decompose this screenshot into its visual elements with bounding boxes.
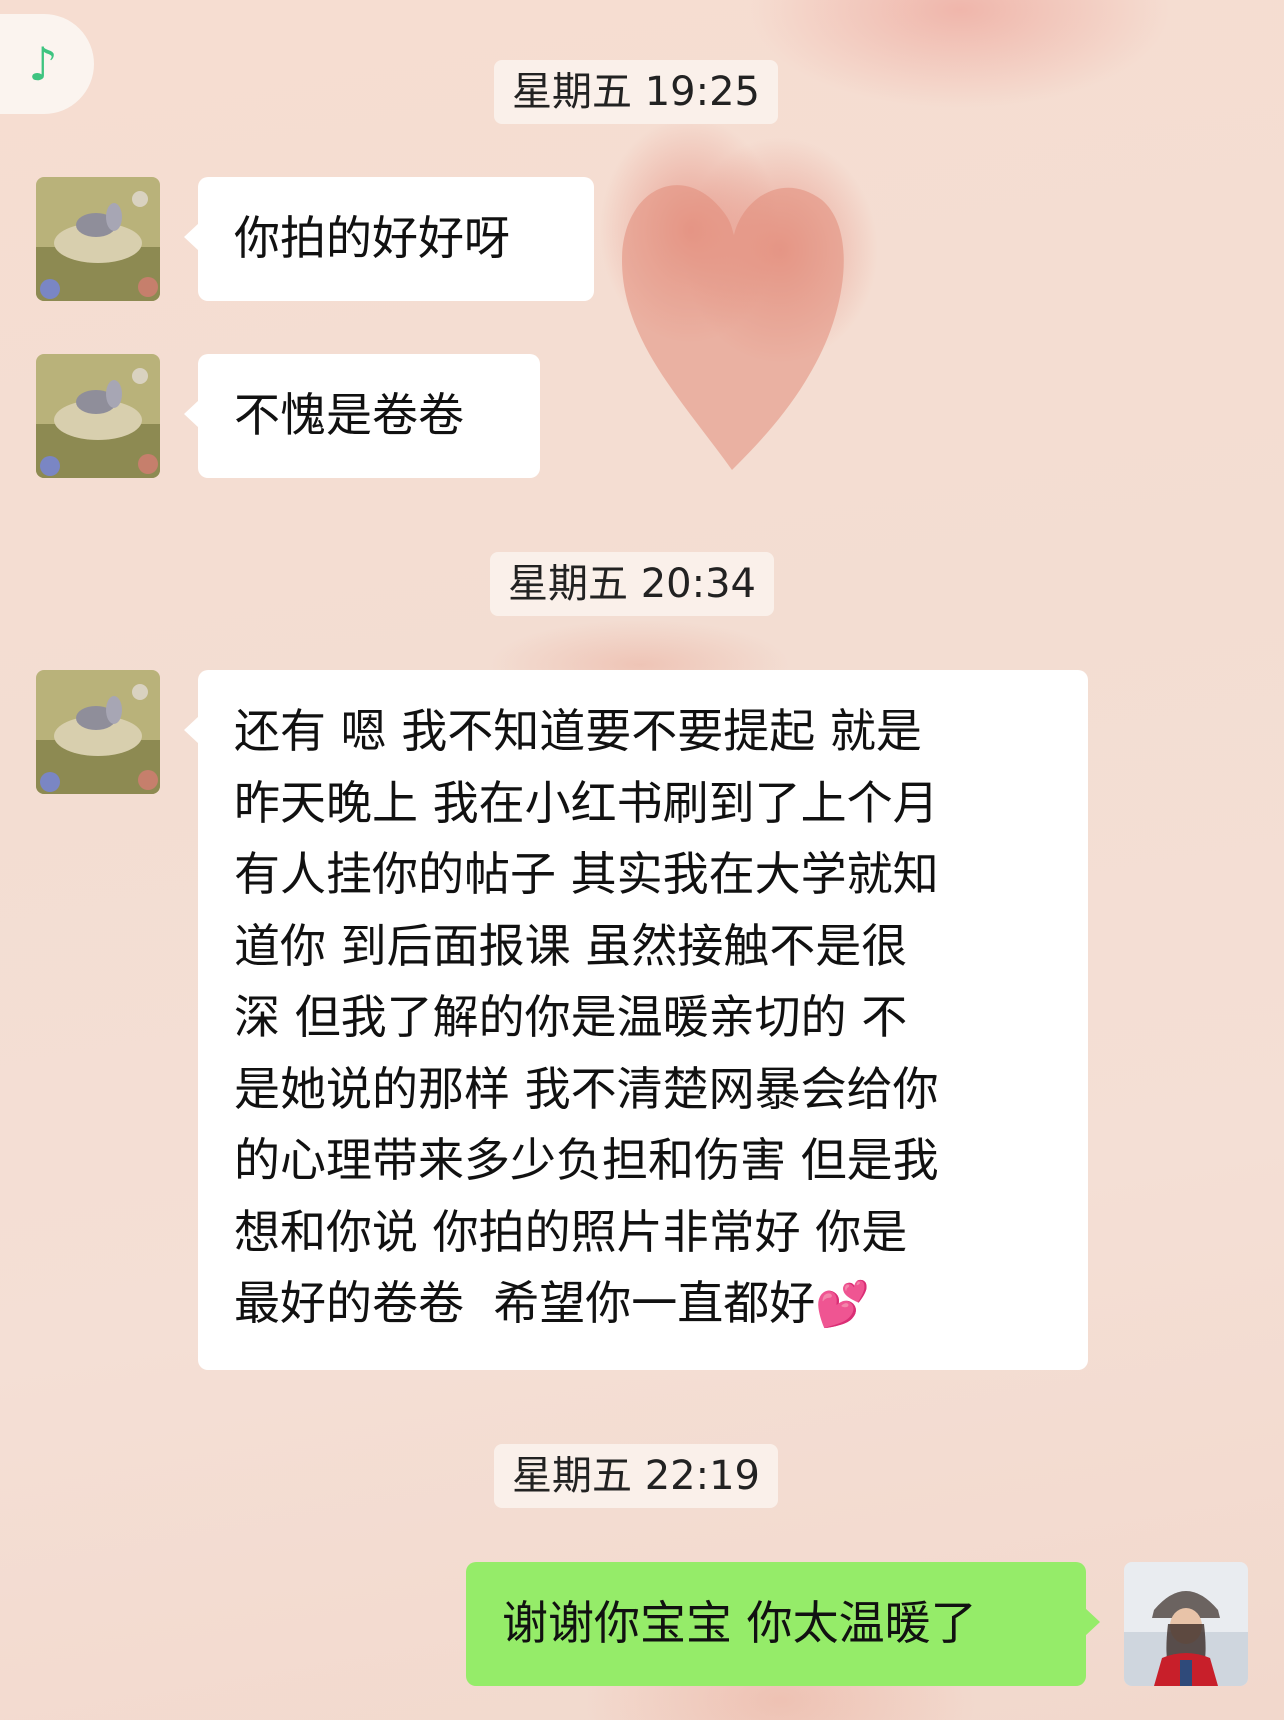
message-text: 不愧是卷卷 xyxy=(234,388,464,443)
message-line: 的心理带来多少负担和伤害 但是我 xyxy=(234,1133,939,1187)
message-line: 深 但我了解的你是温暖亲切的 不 xyxy=(234,990,908,1044)
two-hearts-emoji-icon: 💕 xyxy=(815,1279,871,1330)
message-line: 道你 到后面报课 虽然接触不是很 xyxy=(234,918,908,973)
contact-avatar[interactable] xyxy=(36,670,160,794)
message-line: 想和你说 你拍的照片非常好 你是 xyxy=(234,1204,908,1259)
received-message-bubble[interactable]: 还有 嗯 我不知道要不要提起 就是 昨天晚上 我在小红书刷到了上个月 有人挂你的… xyxy=(184,670,1088,1370)
message-text: 谢谢你宝宝 你太温暖了 xyxy=(502,1596,977,1651)
message-line: 还有 嗯 我不知道要不要提起 就是 xyxy=(234,704,922,758)
message-line-text: 最好的卷卷 希望你一直都好 xyxy=(234,1276,816,1330)
message-line: 是她说的那样 我不清楚网暴会给你 xyxy=(234,1061,939,1116)
timestamp: 星期五 19:25 xyxy=(494,60,778,124)
cartoon-rabbit-avatar xyxy=(36,177,160,301)
sent-message-bubble[interactable]: 谢谢你宝宝 你太温暖了 xyxy=(466,1562,1100,1686)
timestamp: 星期五 20:34 xyxy=(490,552,774,616)
message-line: 最好的卷卷 希望你一直都好💕 xyxy=(234,1268,1052,1341)
contact-avatar[interactable] xyxy=(36,354,160,478)
user-photo-avatar xyxy=(1124,1562,1248,1686)
received-message-bubble[interactable]: 不愧是卷卷 xyxy=(184,354,540,478)
cartoon-rabbit-avatar xyxy=(36,354,160,478)
message-line: 昨天晚上 我在小红书刷到了上个月 xyxy=(234,775,939,830)
music-note-icon: ♪ xyxy=(28,37,58,91)
message-line: 有人挂你的帖子 其实我在大学就知 xyxy=(234,847,939,901)
contact-avatar[interactable] xyxy=(36,177,160,301)
user-avatar[interactable] xyxy=(1124,1562,1248,1686)
message-text: 你拍的好好呀 xyxy=(234,211,510,266)
cartoon-rabbit-avatar xyxy=(36,670,160,794)
background-heart xyxy=(622,185,844,470)
music-playing-indicator[interactable]: ♪ xyxy=(0,14,94,114)
timestamp: 星期五 22:19 xyxy=(494,1444,778,1508)
received-message-bubble[interactable]: 你拍的好好呀 xyxy=(184,177,594,301)
